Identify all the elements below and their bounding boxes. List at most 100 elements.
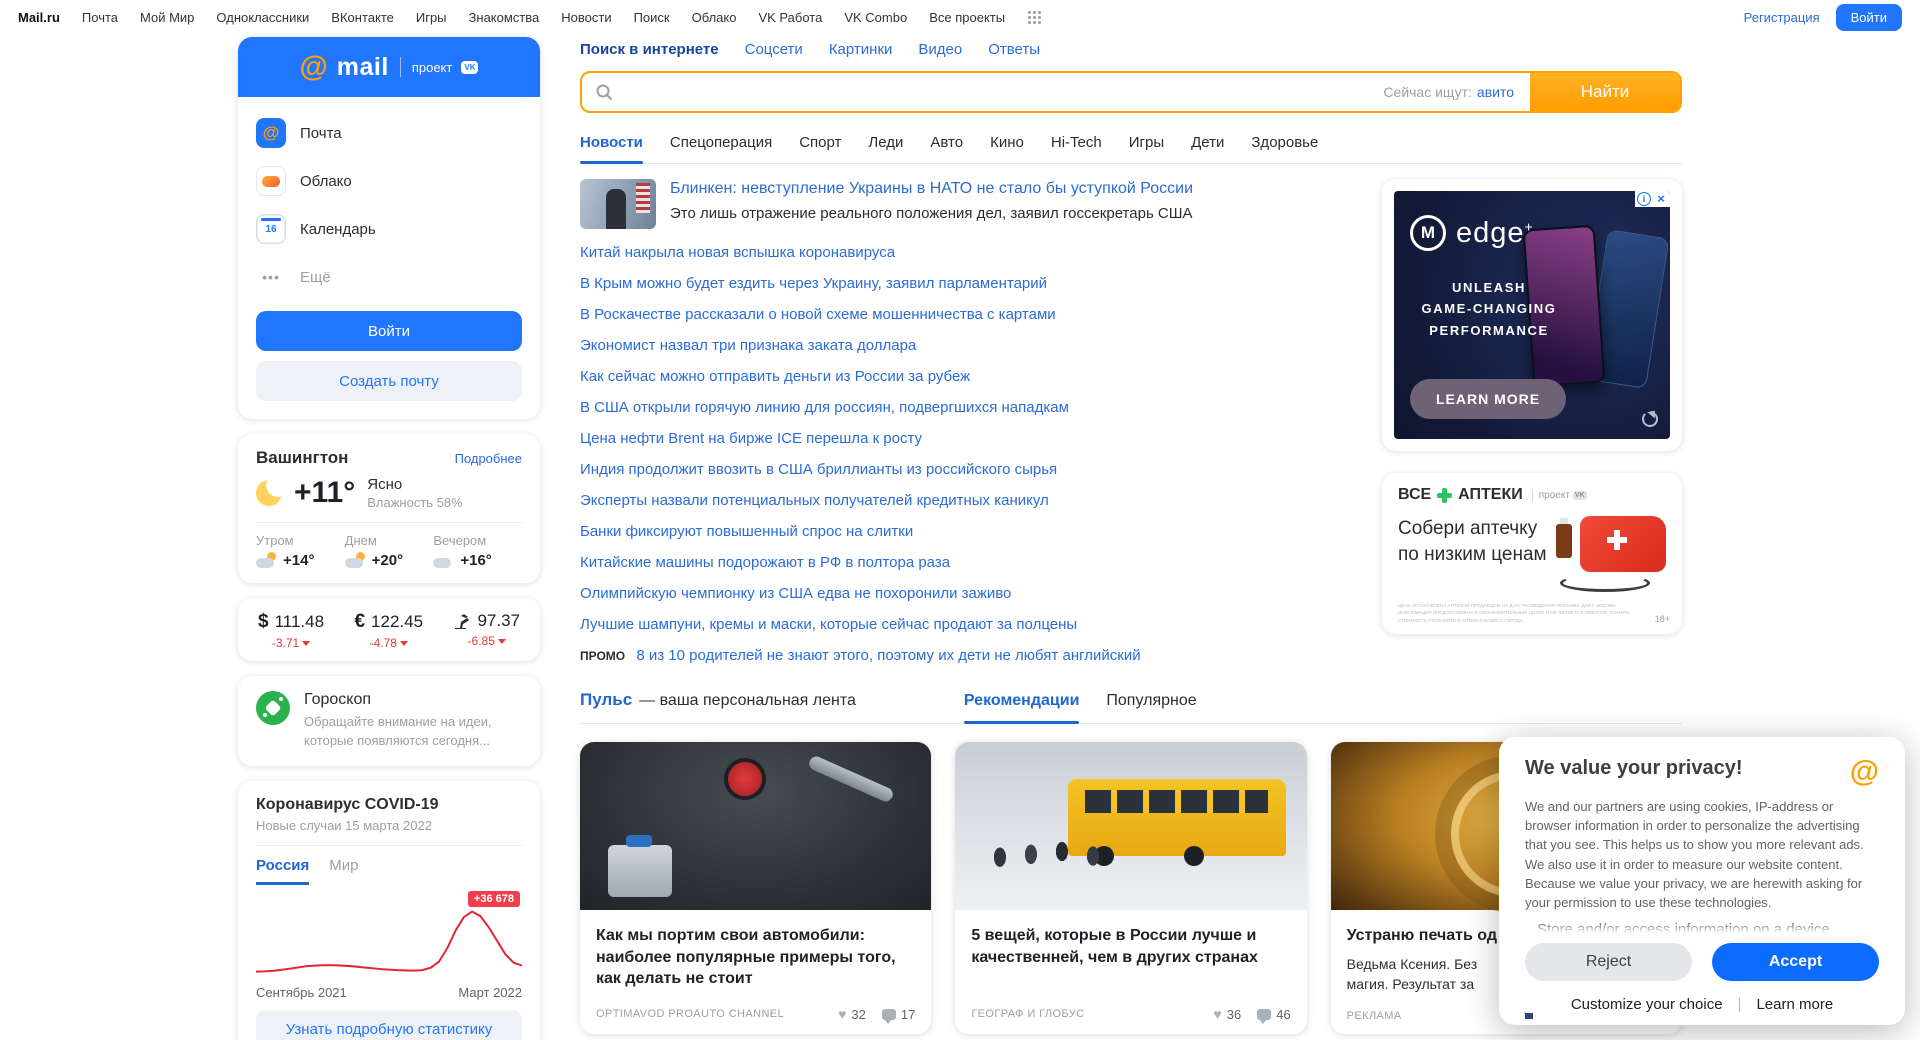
covid-stats-button[interactable]: Узнать подробную статистику xyxy=(256,1010,522,1040)
search-submit-button[interactable]: Найти xyxy=(1530,73,1680,111)
mail-logo-text: mail xyxy=(337,53,389,82)
top-login-button[interactable]: Войти xyxy=(1836,4,1902,31)
news-tab-ledi[interactable]: Леди xyxy=(868,134,903,151)
news-link[interactable]: Лучшие шампуни, кремы и маски, которые с… xyxy=(580,616,1077,633)
covid-tab-russia[interactable]: Россия xyxy=(256,857,309,885)
nav-poisk[interactable]: Поиск xyxy=(634,10,670,25)
nav-odnoklassniki[interactable]: Одноклассники xyxy=(216,10,309,25)
sidebar-item-calendar[interactable]: Календарь xyxy=(256,205,522,253)
comments-stat[interactable]: 17 xyxy=(882,1007,915,1022)
news-tab-sport[interactable]: Спорт xyxy=(799,134,841,151)
news-link[interactable]: В Роскачестве рассказали о новой схеме м… xyxy=(580,306,1056,323)
main-headline[interactable]: Блинкен: невступление Украины в НАТО не … xyxy=(580,179,1338,229)
cloud-icon xyxy=(433,554,455,568)
reject-button[interactable]: Reject xyxy=(1525,943,1692,981)
nav-vkontakte[interactable]: ВКонтакте xyxy=(331,10,394,25)
search-input[interactable] xyxy=(624,73,1383,111)
nav-pochta[interactable]: Почта xyxy=(82,10,118,25)
news-tab-novosti[interactable]: Новости xyxy=(580,134,643,151)
pulse-tab-recommendations[interactable]: Рекомендации xyxy=(964,692,1080,710)
accept-button[interactable]: Accept xyxy=(1712,943,1879,981)
nav-vk-combo[interactable]: VK Combo xyxy=(844,10,907,25)
nav-novosti[interactable]: Новости xyxy=(561,10,611,25)
card-source[interactable]: OPTIMAVOD PROAUTO CHANNEL xyxy=(596,1008,822,1020)
news-link[interactable]: В США открыли горячую линию для россиян,… xyxy=(580,399,1069,416)
news-link[interactable]: Экономист назвал три признака заката дол… xyxy=(580,337,916,354)
headline-link[interactable]: Блинкен: невступление Украины в НАТО не … xyxy=(670,179,1193,200)
create-mail-button[interactable]: Создать почту xyxy=(256,361,522,401)
horoscope-title: Гороскоп xyxy=(304,691,522,709)
rate-oil[interactable]: 97.37 -6.85 xyxy=(453,611,520,650)
pulse-card-auto[interactable]: Как мы портим свои автомобили: наиболее … xyxy=(580,742,931,1034)
sidebar-item-cloud[interactable]: Облако xyxy=(256,157,522,205)
news-link[interactable]: Как сейчас можно отправить деньги из Рос… xyxy=(580,368,970,385)
weather-details-link[interactable]: Подробнее xyxy=(455,451,522,466)
apps-grid-icon[interactable] xyxy=(1027,10,1042,25)
news-tab-specoperacia[interactable]: Спецоперация xyxy=(670,134,772,151)
news-item: Экономист назвал три признака заката дол… xyxy=(580,337,1338,355)
more-dots-icon xyxy=(256,262,286,292)
ad-info-icon[interactable] xyxy=(1637,192,1651,206)
news-tab-hitech[interactable]: Hi-Tech xyxy=(1051,134,1102,151)
news-link[interactable]: Китайские машины подорожают в РФ в полто… xyxy=(580,554,950,571)
sidebar-login-button[interactable]: Войти xyxy=(256,311,522,351)
news-item: Банки фиксируют повышенный спрос на слит… xyxy=(580,523,1338,541)
now-searching-term[interactable]: авито xyxy=(1477,84,1514,100)
likes-stat[interactable]: 36 xyxy=(1213,1006,1241,1022)
divider: | xyxy=(1738,996,1742,1013)
promo-news-link[interactable]: 8 из 10 родителей не знают этого, поэтом… xyxy=(636,647,1140,664)
sidebar-item-more[interactable]: Ещё xyxy=(256,253,522,301)
nav-znakomstva[interactable]: Знакомства xyxy=(469,10,540,25)
search-tab-social[interactable]: Соцсети xyxy=(745,41,803,58)
cloud-sun-icon xyxy=(256,554,278,568)
search-tab-video[interactable]: Видео xyxy=(918,41,962,58)
search-tab-images[interactable]: Картинки xyxy=(829,41,893,58)
vk-logo-icon xyxy=(1573,491,1587,500)
ad-close-icon[interactable] xyxy=(1654,192,1668,206)
news-list: Китай накрыла новая вспышка коронавируса… xyxy=(580,244,1338,634)
motorola-ad[interactable]: edge+ UNLEASH GAME-CHANGING PERFORMANCE … xyxy=(1382,179,1682,451)
comments-stat[interactable]: 46 xyxy=(1257,1007,1290,1022)
motorola-ad-banner: edge+ UNLEASH GAME-CHANGING PERFORMANCE … xyxy=(1394,191,1670,439)
news-tab-igry[interactable]: Игры xyxy=(1129,134,1164,151)
learn-more-button[interactable]: LEARN MORE xyxy=(1410,379,1566,419)
down-arrow-icon xyxy=(400,641,408,646)
pulse-card-bus[interactable]: 5 вещей, которые в России лучше и качест… xyxy=(955,742,1306,1034)
search-tab-web[interactable]: Поиск в интернете xyxy=(580,41,719,58)
news-item: В Роскачестве рассказали о новой схеме м… xyxy=(580,306,1338,324)
nav-moymir[interactable]: Мой Мир xyxy=(140,10,194,25)
brand-mailru[interactable]: Mail.ru xyxy=(18,10,60,25)
pulse-title-link[interactable]: Пульс xyxy=(580,690,632,710)
rate-eur[interactable]: € 122.45 -4.78 xyxy=(354,611,423,650)
customize-choice-link[interactable]: Customize your choice xyxy=(1571,996,1723,1013)
horoscope-widget[interactable]: Гороскоп Обращайте внимание на идеи, кот… xyxy=(238,676,540,766)
news-tab-deti[interactable]: Дети xyxy=(1191,134,1224,151)
search-tab-answers[interactable]: Ответы xyxy=(988,41,1040,58)
nav-vse-proekty[interactable]: Все проекты xyxy=(929,10,1005,25)
likes-stat[interactable]: 32 xyxy=(838,1006,866,1022)
news-link[interactable]: Олимпийскую чемпионку из США едва не пох… xyxy=(580,585,1011,602)
news-tab-zdorovie[interactable]: Здоровье xyxy=(1251,134,1318,151)
register-link[interactable]: Регистрация xyxy=(1744,10,1820,25)
covid-tab-world[interactable]: Мир xyxy=(329,857,358,885)
nav-vk-rabota[interactable]: VK Работа xyxy=(758,10,822,25)
news-link[interactable]: Индия продолжит ввозить в США бриллианты… xyxy=(580,461,1057,478)
news-tab-kino[interactable]: Кино xyxy=(990,134,1024,151)
nav-igry[interactable]: Игры xyxy=(416,10,447,25)
learn-more-link[interactable]: Learn more xyxy=(1756,996,1833,1013)
apteki-ad[interactable]: ВСЕ АПТЕКИ проект Собери аптечку по низк… xyxy=(1382,473,1682,634)
ad-refresh-icon[interactable] xyxy=(1642,411,1658,427)
sidebar-item-label: Календарь xyxy=(300,221,376,238)
news-link[interactable]: Цена нефти Brent на бирже ICE перешла к … xyxy=(580,430,922,447)
news-link[interactable]: Китай накрыла новая вспышка коронавируса xyxy=(580,244,895,261)
rate-usd[interactable]: $ 111.48 -3.71 xyxy=(258,611,324,650)
news-link[interactable]: Банки фиксируют повышенный спрос на слит… xyxy=(580,523,913,540)
card-source[interactable]: ГЕОГРАФ И ГЛОБУС xyxy=(971,1008,1197,1020)
news-link[interactable]: Эксперты назвали потенциальных получател… xyxy=(580,492,1049,509)
nav-oblako[interactable]: Облако xyxy=(692,10,737,25)
news-link[interactable]: В Крым можно будет ездить через Украину,… xyxy=(580,275,1047,292)
sidebar-item-mail[interactable]: Почта xyxy=(256,109,522,157)
search-tabs: Поиск в интернете Соцсети Картинки Видео… xyxy=(580,41,1682,58)
news-tab-avto[interactable]: Авто xyxy=(930,134,963,151)
pulse-tab-popular[interactable]: Популярное xyxy=(1106,692,1196,710)
